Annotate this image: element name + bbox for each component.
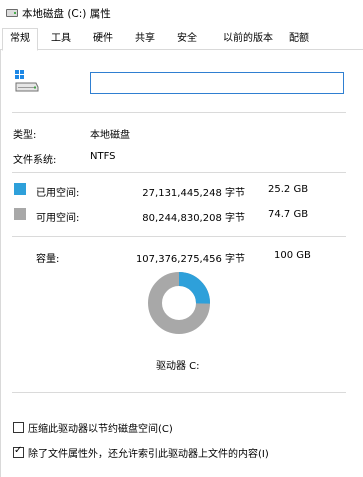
hard-drive-icon <box>15 70 39 92</box>
tab-sharing[interactable]: 共享 <box>128 30 162 48</box>
free-space-swatch <box>14 208 26 220</box>
capacity-size: 100 GB <box>274 250 311 261</box>
tab-general[interactable]: 常规 <box>2 28 38 51</box>
divider <box>12 236 346 237</box>
used-space-bytes: 27,131,445,248 字节 <box>142 188 245 199</box>
divider <box>12 172 346 173</box>
index-contents-label[interactable]: 除了文件属性外，还允许索引此驱动器上文件的内容(I) <box>28 445 269 460</box>
tab-tools[interactable]: 工具 <box>44 30 78 48</box>
free-space-bytes: 80,244,830,208 字节 <box>142 213 245 224</box>
tab-previous-versions[interactable]: 以前的版本 <box>214 30 282 48</box>
filesystem-label: 文件系统: <box>13 155 57 166</box>
window-title: 本地磁盘 (C:) 属性 <box>22 8 111 20</box>
type-value: 本地磁盘 <box>90 130 130 141</box>
drive-icon <box>6 9 18 17</box>
drive-letter-label: 驱动器 C: <box>156 361 200 372</box>
used-space-swatch <box>14 183 26 195</box>
compress-drive-checkbox[interactable] <box>13 422 24 433</box>
divider <box>12 392 346 393</box>
type-label: 类型: <box>13 130 37 141</box>
used-space-label: 已用空间: <box>36 188 80 199</box>
free-space-size: 74.7 GB <box>268 209 309 220</box>
usage-donut-chart <box>148 272 210 334</box>
title-bar: 本地磁盘 (C:) 属性 <box>0 0 363 26</box>
filesystem-value: NTFS <box>90 151 116 162</box>
tab-security[interactable]: 安全 <box>170 30 204 48</box>
tab-hardware[interactable]: 硬件 <box>86 30 120 48</box>
capacity-bytes: 107,376,275,456 字节 <box>135 254 245 265</box>
divider <box>12 112 346 113</box>
used-space-size: 25.2 GB <box>268 184 309 195</box>
tab-quota[interactable]: 配额 <box>282 30 316 48</box>
capacity-label: 容量: <box>36 254 60 265</box>
compress-drive-label[interactable]: 压缩此驱动器以节约磁盘空间(C) <box>28 420 173 435</box>
free-space-label: 可用空间: <box>36 213 80 224</box>
drive-name-input[interactable] <box>90 72 344 94</box>
tab-strip: 常规 工具 硬件 共享 安全 以前的版本 配额 <box>0 28 363 51</box>
index-contents-checkbox[interactable] <box>13 445 24 458</box>
